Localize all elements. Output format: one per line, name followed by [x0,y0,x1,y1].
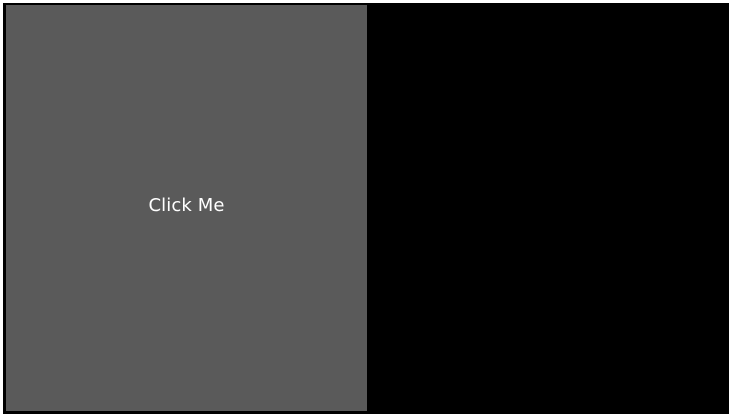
screen-frame: Click Me [0,0,729,415]
click-me-button-label: Click Me [148,195,225,216]
click-me-button[interactable]: Click Me [6,5,367,411]
app-window: Click Me [3,3,729,414]
black-panel [367,3,729,414]
